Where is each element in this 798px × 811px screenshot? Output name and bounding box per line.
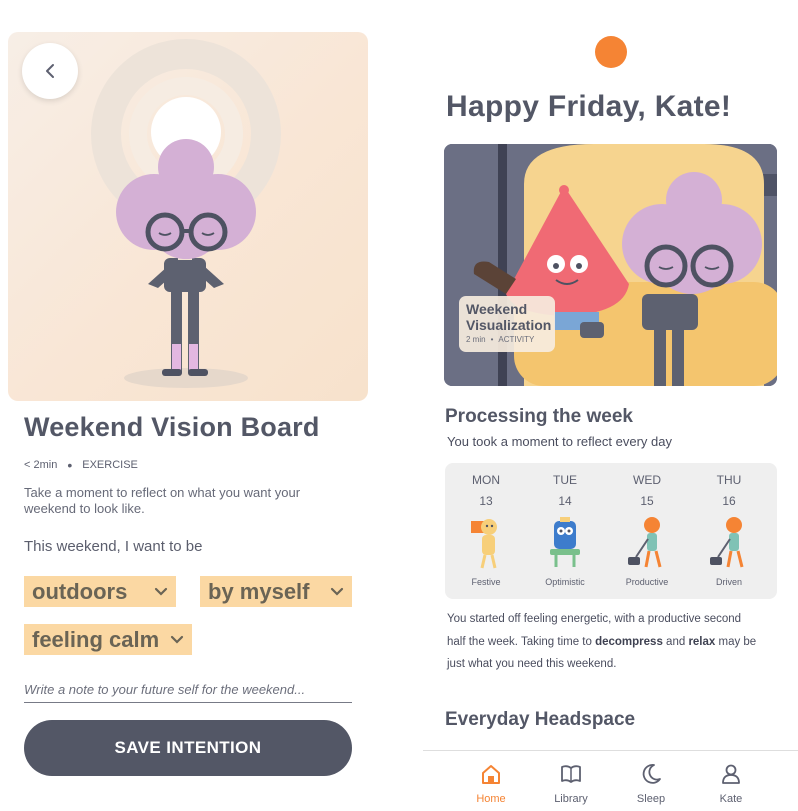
chevron-down-icon: [170, 635, 184, 644]
day-name: TUE: [553, 473, 577, 487]
summary-text: and: [662, 635, 689, 648]
moon-icon: [642, 764, 661, 784]
save-intention-button[interactable]: SAVE INTENTION: [24, 720, 352, 776]
tab-label: Sleep: [636, 793, 666, 805]
day-name: THU: [716, 473, 742, 487]
lesson-description: Take a moment to reflect on what you wan…: [24, 485, 301, 516]
everyday-headspace-title: Everyday Headspace: [445, 709, 636, 730]
day-date: 13: [479, 494, 493, 508]
tab-label: Kate: [719, 793, 743, 805]
intention-dropdown-1[interactable]: outdoors: [24, 576, 176, 607]
lesson-meta: < 2min • EXERCISE: [24, 456, 138, 473]
lesson-screen: Weekend Vision Board < 2min • EXERCISE T…: [0, 0, 376, 811]
day-mood: Optimistic: [545, 577, 585, 587]
featured-meta: 2 min • ACTIVITY: [466, 335, 548, 344]
day-mood: Driven: [715, 577, 742, 587]
dropdown-value: outdoors: [32, 578, 128, 604]
day-mood: Festive: [471, 577, 501, 587]
chevron-left-icon: [46, 64, 54, 78]
processing-title: Processing the week: [445, 406, 633, 427]
optimistic-mood-icon: [550, 517, 580, 567]
summary-emphasis: decompress: [595, 635, 663, 648]
dropdown-value: feeling calm: [32, 626, 160, 652]
featured-activity-label: Weekend Visualization 2 min • ACTIVITY: [459, 296, 555, 352]
week-mood-panel: MON 13 Festive TUE 14 Optimistic WED 15 …: [445, 463, 777, 599]
dropdown-value: by myself: [208, 578, 310, 604]
book-icon: [561, 765, 581, 783]
headspace-logo: [595, 36, 627, 68]
intention-dropdown-2[interactable]: by myself: [200, 576, 352, 607]
festive-mood-icon: [471, 519, 497, 569]
day-mood: Productive: [625, 577, 669, 587]
day-date: 16: [722, 494, 736, 508]
person-icon: [722, 764, 740, 784]
home-icon: [482, 765, 500, 784]
day-date: 15: [640, 494, 654, 508]
greeting-title: Happy Friday, Kate!: [446, 90, 732, 123]
bottom-tab-bar: Home Library Sleep Kate: [423, 750, 798, 811]
featured-type: ACTIVITY: [498, 335, 535, 344]
tab-sleep[interactable]: Sleep: [621, 763, 681, 805]
back-button[interactable]: [22, 43, 78, 99]
chevron-down-icon: [330, 587, 344, 596]
intention-dropdown-3[interactable]: feeling calm: [24, 624, 192, 655]
tab-label: Home: [476, 793, 506, 805]
tab-profile[interactable]: Kate: [701, 763, 761, 805]
driven-mood-icon: [710, 517, 744, 568]
featured-duration: 2 min: [466, 335, 486, 344]
chevron-down-icon: [154, 587, 168, 596]
processing-subtitle: You took a moment to reflect every day: [447, 434, 672, 449]
day-date: 14: [558, 494, 572, 508]
lesson-duration: < 2min: [24, 459, 58, 471]
featured-activity-card[interactable]: Weekend Visualization 2 min • ACTIVITY: [444, 144, 777, 386]
day-name: MON: [472, 473, 500, 487]
lesson-type: EXERCISE: [82, 459, 138, 471]
tab-home[interactable]: Home: [461, 763, 521, 805]
week-summary: You started off feeling energetic, with …: [447, 608, 757, 676]
productive-mood-icon: [628, 517, 662, 568]
home-screen: Happy Friday, Kate! Weekend Visualizatio…: [423, 0, 798, 811]
intention-prompt: This weekend, I want to be: [24, 538, 203, 555]
lesson-title: Weekend Vision Board: [24, 412, 320, 442]
day-name: WED: [633, 473, 661, 487]
note-input[interactable]: [24, 677, 352, 703]
meta-separator: •: [490, 335, 494, 344]
tab-library[interactable]: Library: [541, 763, 601, 805]
summary-emphasis: relax: [688, 635, 716, 648]
meta-separator: •: [67, 456, 73, 473]
tab-label: Library: [554, 793, 588, 805]
featured-title: Weekend Visualization: [466, 301, 552, 333]
